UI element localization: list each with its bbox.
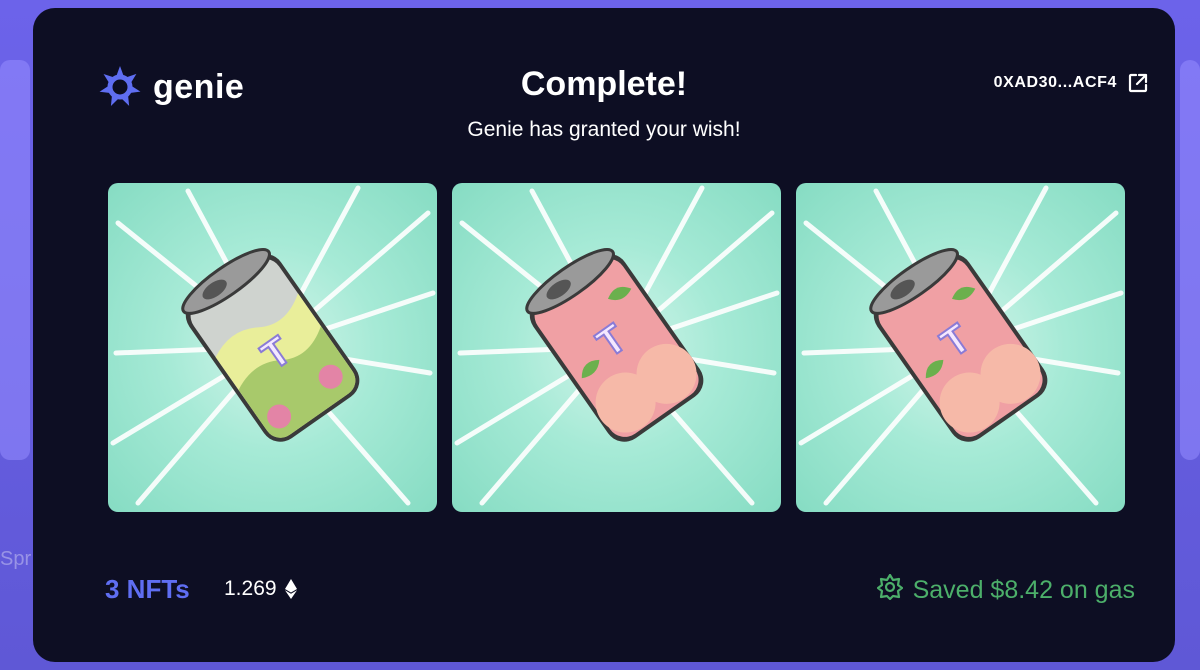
soda-can-image: T	[798, 185, 1124, 506]
wallet-address-link[interactable]: 0XAD30...ACF4	[994, 72, 1149, 94]
external-link-icon	[1127, 72, 1149, 94]
background-card	[0, 60, 30, 460]
nft-card-row: T T T	[108, 183, 1125, 512]
soda-can-image: T	[110, 185, 436, 506]
gas-savings-text: Saved $8.42 on gas	[912, 576, 1135, 604]
sparkle-badge-icon	[876, 573, 903, 607]
gas-savings: Saved $8.42 on gas	[876, 573, 1135, 607]
wallet-address: 0XAD30...ACF4	[993, 74, 1117, 91]
soda-can-image: T	[454, 185, 780, 506]
nft-card[interactable]: T	[108, 183, 437, 512]
modal-subtitle: Genie has granted your wish!	[467, 118, 741, 141]
nft-card[interactable]: T	[452, 183, 781, 512]
background-text: Spr	[0, 548, 32, 570]
total-price: 1.269	[224, 577, 297, 601]
nft-count: 3 NFTs	[105, 574, 190, 604]
nft-card[interactable]: T	[796, 183, 1125, 512]
background-card	[1180, 60, 1200, 460]
purchase-complete-modal: genie Complete! Genie has granted your w…	[33, 8, 1175, 662]
ethereum-icon	[284, 579, 297, 599]
price-value: 1.269	[224, 577, 277, 600]
